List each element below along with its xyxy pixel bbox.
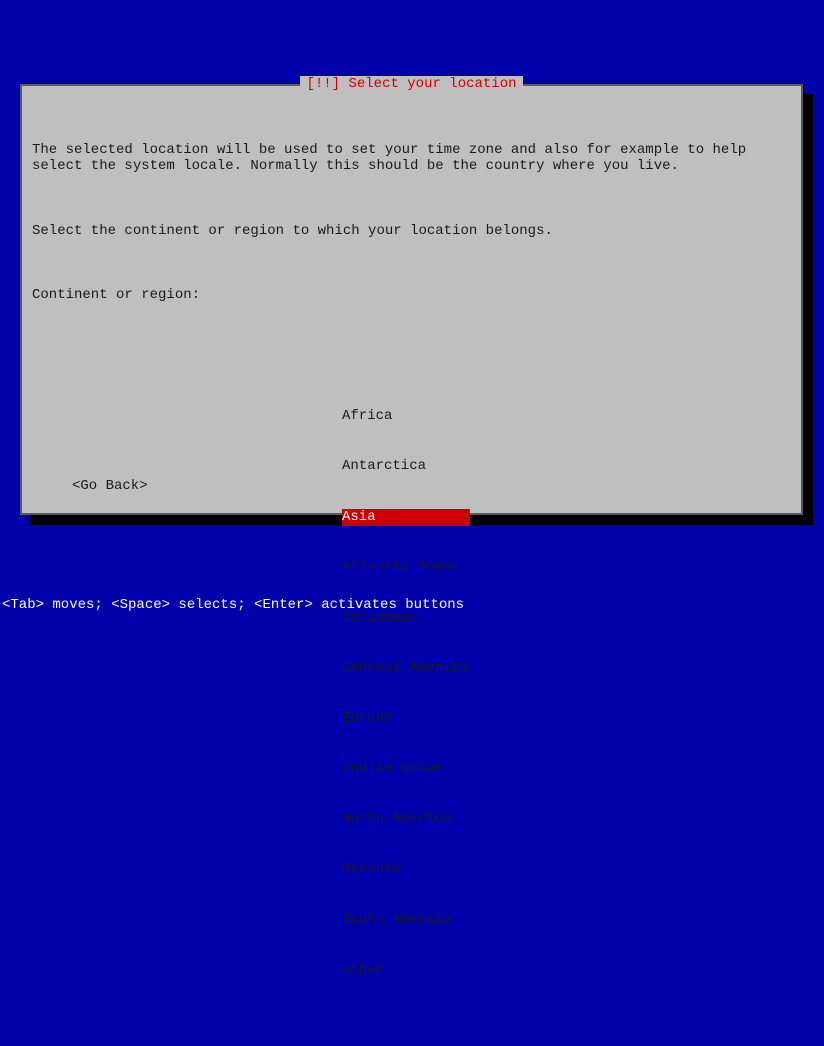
dialog-paragraph-2: Select the continent or region to which … (32, 223, 791, 240)
list-item-south-america[interactable]: South America (342, 912, 470, 929)
dialog-body: The selected location will be used to se… (32, 108, 791, 1046)
list-item-central-america[interactable]: Central America (342, 660, 472, 677)
region-list[interactable]: Africa Antarctica Asia Atlantic Ocean Ca… (342, 374, 791, 1012)
dialog-title: [!!] Select your location (300, 76, 522, 93)
dialog-paragraph-1: The selected location will be used to se… (32, 142, 791, 176)
list-item-antarctica[interactable]: Antarctica (342, 458, 470, 475)
dialog-prompt: Continent or region: (32, 287, 791, 304)
list-item-europe[interactable]: Europe (342, 710, 470, 727)
location-dialog: [!!] Select your location The selected l… (20, 84, 803, 515)
list-item-north-america[interactable]: North America (342, 811, 470, 828)
list-item-africa[interactable]: Africa (342, 408, 470, 425)
list-item-other[interactable]: other (342, 962, 470, 979)
list-item-asia[interactable]: Asia (342, 509, 470, 526)
list-item-indian-ocean[interactable]: Indian Ocean (342, 761, 470, 778)
list-item-oceania[interactable]: Oceania (342, 861, 470, 878)
go-back-button[interactable]: <Go Back> (72, 478, 148, 495)
list-item-atlantic-ocean[interactable]: Atlantic Ocean (342, 559, 470, 576)
dialog-title-wrap: [!!] Select your location (22, 76, 801, 93)
footer-hint: <Tab> moves; <Space> selects; <Enter> ac… (2, 597, 464, 614)
